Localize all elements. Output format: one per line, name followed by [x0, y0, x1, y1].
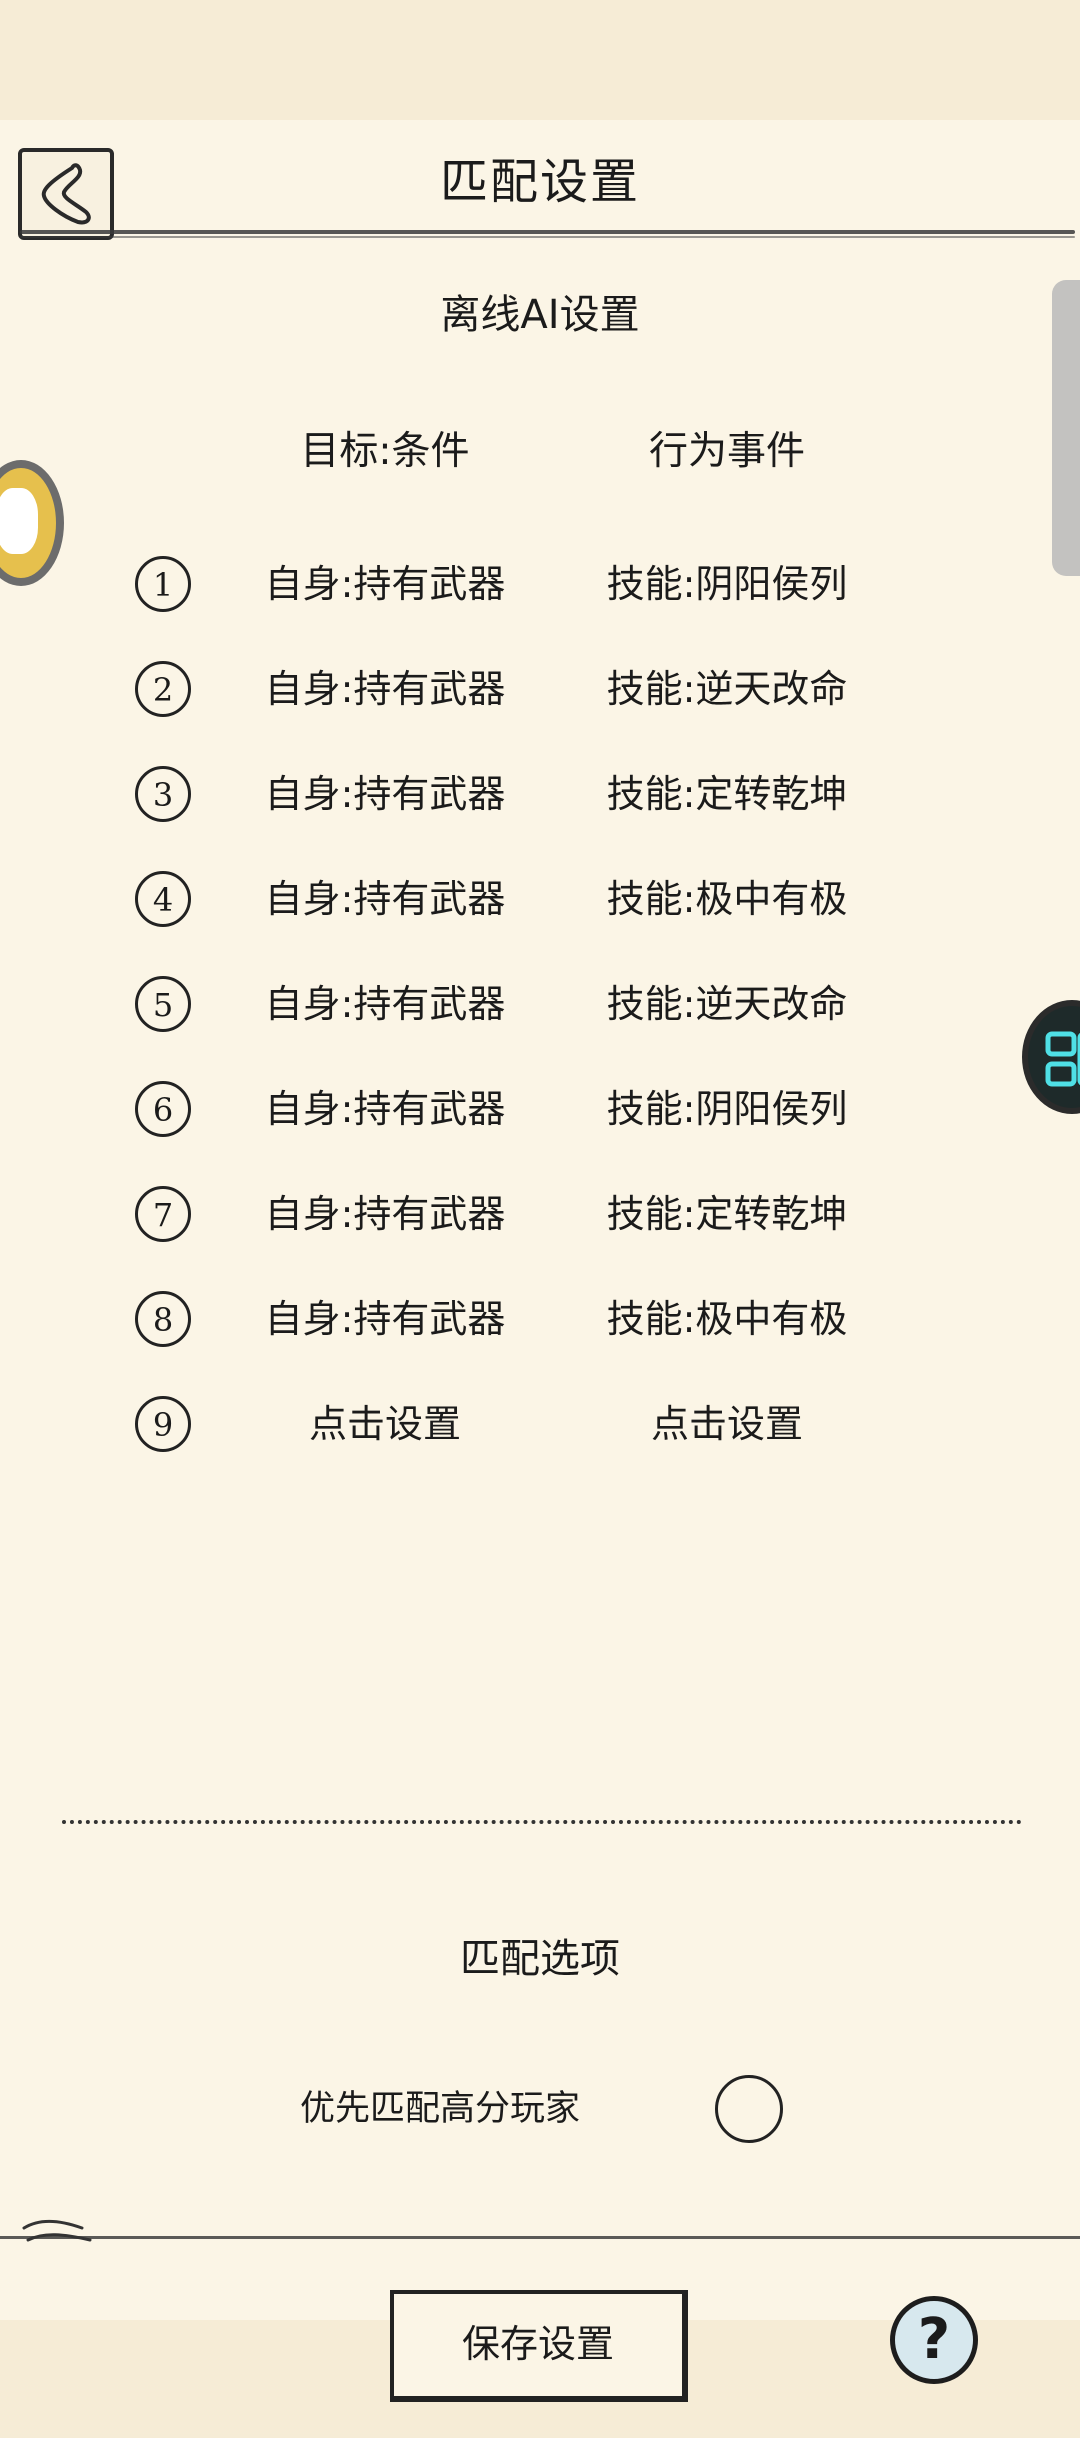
- swirl-decoration-icon: [22, 2219, 92, 2242]
- rule-row[interactable]: 7 自身:持有武器 技能:定转乾坤: [0, 1178, 1080, 1283]
- match-section-title: 匹配选项: [460, 1936, 620, 1982]
- page-title: 匹配设置: [439, 154, 640, 210]
- condition-column-header: 目标:条件: [300, 429, 470, 474]
- rule-row[interactable]: 5 自身:持有武器 技能:逆天改命: [0, 968, 1080, 1073]
- rule-condition[interactable]: 自身:持有武器: [205, 1291, 565, 1347]
- save-settings-button[interactable]: 保存设置: [390, 2290, 688, 2402]
- rule-condition[interactable]: 自身:持有武器: [205, 1081, 565, 1137]
- rule-condition[interactable]: 点击设置: [205, 1396, 565, 1452]
- rule-number-badge: 9: [135, 1396, 191, 1452]
- rule-number-badge: 5: [135, 976, 191, 1032]
- rule-action[interactable]: 技能:阴阳侯列: [547, 556, 907, 612]
- rule-action[interactable]: 技能:极中有极: [547, 871, 907, 927]
- rule-row[interactable]: 3 自身:持有武器 技能:定转乾坤: [0, 758, 1080, 863]
- rule-number-badge: 8: [135, 1291, 191, 1347]
- ai-section-title: 离线AI设置: [440, 292, 640, 338]
- rule-action[interactable]: 技能:逆天改命: [547, 976, 907, 1032]
- rule-condition[interactable]: 自身:持有武器: [205, 976, 565, 1032]
- rule-row[interactable]: 8 自身:持有武器 技能:极中有极: [0, 1283, 1080, 1388]
- rule-number-badge: 1: [135, 556, 191, 612]
- rule-action[interactable]: 技能:定转乾坤: [547, 766, 907, 822]
- header-divider-shadow: [20, 236, 1075, 238]
- rule-number-badge: 2: [135, 661, 191, 717]
- option-toggle-high-score[interactable]: [715, 2075, 783, 2143]
- rule-action[interactable]: 点击设置: [547, 1396, 907, 1452]
- rule-number-badge: 7: [135, 1186, 191, 1242]
- rule-row[interactable]: 6 自身:持有武器 技能:阴阳侯列: [0, 1073, 1080, 1178]
- rule-condition[interactable]: 自身:持有武器: [205, 1186, 565, 1242]
- rule-number-badge: 3: [135, 766, 191, 822]
- rule-number-badge: 4: [135, 871, 191, 927]
- rule-row[interactable]: 2 自身:持有武器 技能:逆天改命: [0, 653, 1080, 758]
- header-divider: [20, 230, 1075, 234]
- top-band: [0, 0, 1080, 120]
- rule-condition[interactable]: 自身:持有武器: [205, 871, 565, 927]
- section-divider: [62, 1820, 1022, 1824]
- rule-action[interactable]: 技能:定转乾坤: [547, 1186, 907, 1242]
- ai-rule-list: 1 自身:持有武器 技能:阴阳侯列 2 自身:持有武器 技能:逆天改命 3 自身…: [0, 548, 1080, 1493]
- rule-action[interactable]: 技能:极中有极: [547, 1291, 907, 1347]
- option-label-high-score: 优先匹配高分玩家: [300, 2089, 581, 2129]
- rule-row[interactable]: 4 自身:持有武器 技能:极中有极: [0, 863, 1080, 968]
- rule-condition[interactable]: 自身:持有武器: [205, 661, 565, 717]
- rule-condition[interactable]: 自身:持有武器: [205, 556, 565, 612]
- help-button[interactable]: ?: [890, 2296, 978, 2384]
- rule-action[interactable]: 技能:逆天改命: [547, 661, 907, 717]
- avatar-icon: [0, 488, 38, 554]
- rule-row[interactable]: 9 点击设置 点击设置: [0, 1388, 1080, 1493]
- rule-number-badge: 6: [135, 1081, 191, 1137]
- rule-action[interactable]: 技能:阴阳侯列: [547, 1081, 907, 1137]
- action-column-header: 行为事件: [648, 429, 805, 474]
- rule-row[interactable]: 1 自身:持有武器 技能:阴阳侯列: [0, 548, 1080, 653]
- rule-condition[interactable]: 自身:持有武器: [205, 766, 565, 822]
- footer-divider: [0, 2236, 1080, 2239]
